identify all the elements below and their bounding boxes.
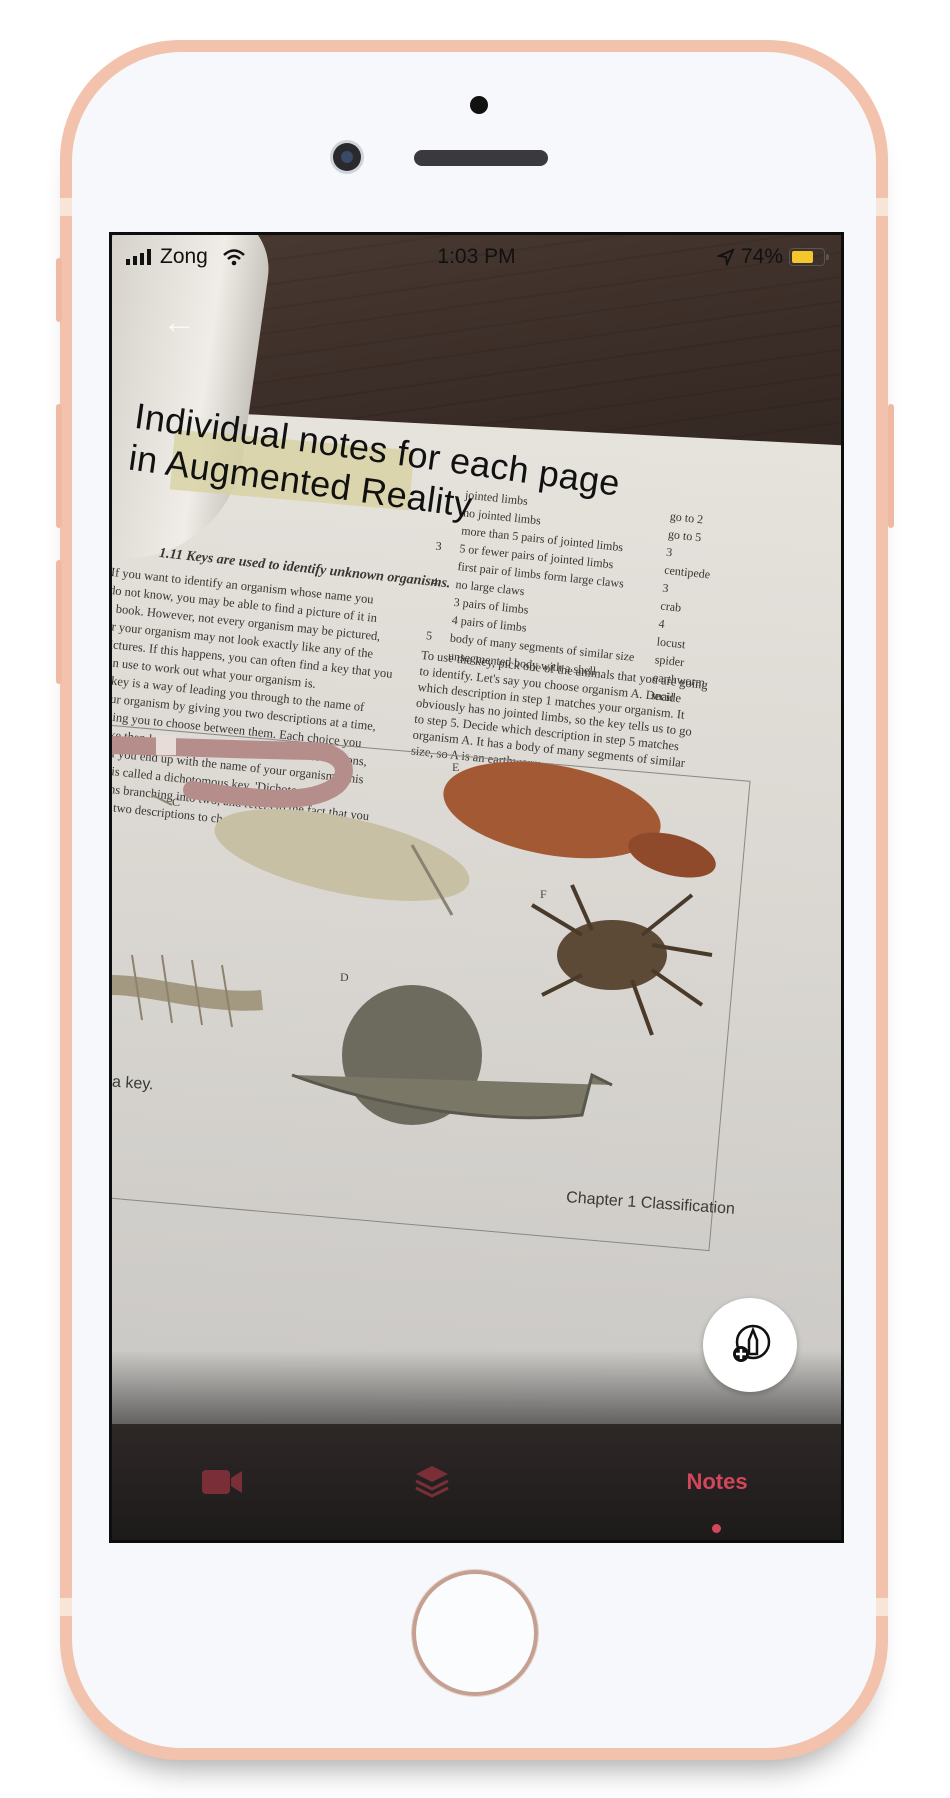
tab-notes[interactable]: Notes xyxy=(672,1454,762,1510)
key-row-result: crab xyxy=(659,598,682,615)
antenna-band xyxy=(876,198,888,216)
status-bar: Zong 1:03 PM 74% xyxy=(112,235,841,279)
proximity-sensor xyxy=(470,96,488,114)
tab-notes-label: Notes xyxy=(686,1469,748,1494)
key-row-number: 3 xyxy=(434,538,443,554)
volume-up-button xyxy=(56,404,62,528)
centipede-illustration xyxy=(112,954,263,1028)
mute-switch xyxy=(56,258,62,322)
tab-layers[interactable] xyxy=(392,1454,472,1510)
locust-illustration xyxy=(151,794,470,916)
battery-icon xyxy=(789,248,829,266)
volume-down-button xyxy=(56,560,62,684)
key-row-number: 5 xyxy=(425,628,433,643)
key-row-number: 4 xyxy=(431,574,439,590)
spider-illustration xyxy=(530,884,713,1036)
battery-percent: 74% xyxy=(740,245,783,268)
home-button[interactable] xyxy=(412,1570,538,1696)
key-row-result: go to 5 xyxy=(667,526,703,545)
key-row-result: 4 xyxy=(657,616,666,632)
add-annotation-icon xyxy=(733,1324,771,1362)
figure-label-f: F xyxy=(540,887,547,901)
snail-illustration xyxy=(291,985,613,1125)
power-button xyxy=(888,404,894,528)
figure-label-c: C xyxy=(172,795,181,809)
figure-label-d: D xyxy=(340,970,349,984)
antenna-band xyxy=(60,198,72,216)
front-camera xyxy=(333,143,361,171)
tab-video[interactable] xyxy=(182,1454,262,1510)
antenna-band xyxy=(876,1598,888,1616)
screen: 1.11 Keys are used to identify unknown o… xyxy=(109,232,844,1543)
antenna-band xyxy=(60,1598,72,1616)
crab-illustration xyxy=(443,761,716,878)
battery-level xyxy=(792,251,813,263)
key-row-result: go to 2 xyxy=(669,509,704,527)
add-note-button[interactable] xyxy=(703,1298,797,1392)
layers-icon xyxy=(415,1466,449,1498)
key-row-result: 3 xyxy=(665,544,673,560)
figure-caption: a key. xyxy=(112,1073,155,1094)
video-camera-icon xyxy=(202,1470,242,1494)
key-row-result: locust xyxy=(656,634,687,652)
key-row-result: 3 xyxy=(661,580,670,596)
location-arrow-icon xyxy=(716,248,735,266)
back-arrow-icon[interactable]: ← xyxy=(162,303,196,342)
earthworm-illustration xyxy=(112,735,353,808)
tab-bar: Notes xyxy=(112,1424,841,1540)
earpiece-speaker xyxy=(414,150,548,166)
figure-label-e: E xyxy=(452,760,460,774)
active-tab-indicator xyxy=(712,1524,721,1533)
